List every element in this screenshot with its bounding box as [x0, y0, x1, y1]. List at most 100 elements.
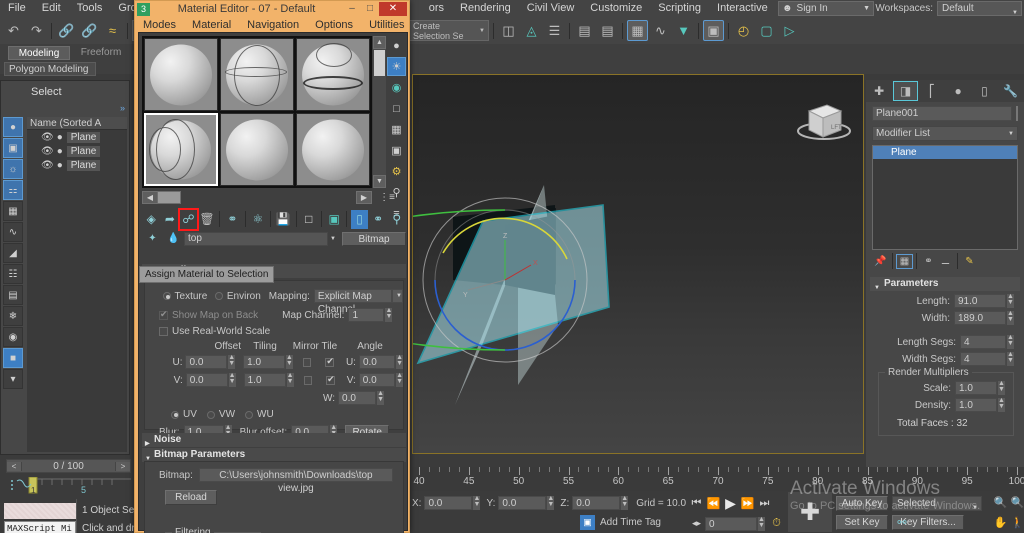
menu-item-civil-view[interactable]: Civil View — [519, 0, 582, 17]
menu-item-tools[interactable]: Tools — [69, 0, 111, 17]
put-to-library-icon[interactable]: 💾 — [275, 210, 292, 229]
me-menu-modes[interactable]: Modes — [143, 19, 176, 31]
create-selection-set-combo[interactable]: Create Selection Se ▼ — [409, 20, 489, 41]
angle-u-spinner[interactable] — [395, 355, 403, 369]
zoom-all-icon[interactable]: 🔍 — [1009, 494, 1024, 511]
filter-space-warps-icon[interactable]: ∿ — [3, 222, 23, 242]
object-name-field[interactable] — [872, 106, 1012, 121]
map-channel-field[interactable]: 1 — [348, 308, 384, 322]
redo-icon[interactable]: ↷ — [26, 20, 47, 41]
x-spinner[interactable] — [472, 496, 480, 510]
mini-time-ruler[interactable]: 1 5 — [6, 477, 131, 499]
uv-radio[interactable] — [171, 411, 179, 419]
chevron-down-icon[interactable]: ▼ — [328, 236, 338, 242]
minimize-icon[interactable]: – — [343, 2, 361, 16]
go-forward-to-sibling-icon[interactable]: ⚲ — [388, 210, 405, 229]
make-unique-icon[interactable]: ⚭ — [920, 254, 937, 269]
sample-slot-1[interactable] — [144, 38, 218, 111]
make-preview-icon[interactable]: ▣ — [387, 141, 406, 160]
reset-map-icon[interactable]: 🗑 — [199, 210, 216, 229]
scene-explorer-expander[interactable]: » — [120, 103, 125, 113]
render-frame-window-icon[interactable]: ◴ — [733, 20, 754, 41]
filter-xrefs-icon[interactable]: ▤ — [3, 285, 23, 305]
me-menu-navigation[interactable]: Navigation — [247, 19, 299, 31]
zoom-icon[interactable]: 🔍 — [992, 494, 1009, 511]
mirror-u-checkbox[interactable] — [303, 358, 312, 367]
previous-frame-icon[interactable]: ⏪ — [705, 495, 722, 512]
get-material-icon[interactable]: ◈ — [143, 210, 160, 229]
modifier-stack-item[interactable]: Plane — [873, 146, 1017, 159]
tiling-u-field[interactable]: 1.0 — [243, 355, 285, 369]
layer-manager-icon[interactable]: ▤ — [597, 20, 618, 41]
filter-helpers-icon[interactable]: ▦ — [3, 201, 23, 221]
list-item[interactable]: 👁 ● Plane — [27, 158, 127, 172]
scene-explorer-list[interactable]: Name (Sorted A 👁 ● Plane 👁 ● Plane 👁 ● P… — [27, 117, 127, 452]
tile-u-checkbox[interactable] — [325, 358, 334, 367]
bind-to-space-warp-icon[interactable]: ≈ — [102, 20, 123, 41]
vw-radio[interactable] — [207, 411, 215, 419]
sample-type-sphere-icon[interactable]: ● — [387, 36, 406, 55]
current-frame-field[interactable]: 0 — [705, 517, 757, 531]
filter-hidden-icon[interactable]: ◉ — [3, 327, 23, 347]
me-menu-utilities[interactable]: Utilities — [369, 19, 404, 31]
tab-create[interactable]: ✚ — [867, 81, 891, 101]
width-spinner[interactable] — [1006, 311, 1014, 325]
mirror-v-checkbox[interactable] — [304, 376, 313, 385]
width-segs-spinner[interactable] — [1006, 352, 1014, 366]
maxscript-mini-listener[interactable]: MAXScript Mi — [4, 521, 76, 533]
sample-slot-4[interactable] — [144, 113, 218, 186]
wu-radio[interactable] — [245, 411, 253, 419]
length-segs-field[interactable]: 4 — [960, 335, 1006, 349]
show-end-result-icon[interactable]: ▯ — [351, 210, 368, 229]
angle-u-field[interactable]: 0.0 — [359, 355, 395, 369]
use-real-world-scale-checkbox[interactable] — [159, 327, 168, 336]
angle-w-spinner[interactable] — [376, 391, 384, 405]
eyedropper-icon[interactable]: 💧 — [164, 229, 183, 248]
scroll-down-icon[interactable]: ▼ — [373, 175, 386, 188]
show-end-result-icon[interactable]: ▦ — [896, 254, 913, 269]
bitmap-path-field[interactable]: C:\Users\johnsmith\Downloads\top view.jp… — [199, 468, 393, 482]
filter-frozen-icon[interactable]: ❄ — [3, 306, 23, 326]
sample-slots[interactable] — [142, 36, 372, 188]
length-spinner[interactable] — [1006, 294, 1014, 308]
object-color-swatch[interactable] — [1016, 106, 1018, 121]
time-tag-icon[interactable]: ▣ — [580, 515, 595, 530]
workspaces-select[interactable]: Default ▼ — [937, 1, 1022, 16]
me-menu-material[interactable]: Material — [192, 19, 231, 31]
texture-radio[interactable] — [163, 292, 171, 300]
layer-explorer-icon[interactable]: ☰ — [544, 20, 565, 41]
angle-w-field[interactable]: 0.0 — [338, 391, 376, 405]
chevron-down-icon[interactable]: ▼ — [392, 289, 403, 303]
backlight-icon[interactable]: ☀ — [387, 57, 406, 76]
density-spinner[interactable] — [997, 398, 1005, 412]
ribbon-panel-polygon-modeling[interactable]: Polygon Modeling — [4, 62, 96, 76]
scrollbar-thumb[interactable] — [374, 50, 385, 76]
sample-slot-scrollbar[interactable]: ▲ ▼ — [373, 36, 386, 188]
render-iterative-icon[interactable]: ▷ — [779, 20, 800, 41]
scroll-left-icon[interactable]: ◀ — [142, 191, 158, 204]
tab-display[interactable]: ▯ — [972, 81, 996, 101]
select-and-link-icon[interactable]: 🔗 — [56, 20, 77, 41]
video-color-check-icon[interactable]: ▦ — [387, 120, 406, 139]
menu-item-edit[interactable]: Edit — [34, 0, 69, 17]
material-effects-channel-icon[interactable]: □ — [300, 210, 317, 229]
sample-uv-tiling-icon[interactable]: □ — [387, 99, 406, 118]
offset-v-field[interactable]: 0.0 — [186, 373, 228, 387]
set-key-mode-icon[interactable]: ⚯ — [891, 515, 913, 530]
pan-view-icon[interactable]: ✋ — [992, 514, 1009, 531]
menu-item-file[interactable]: File — [0, 0, 34, 17]
environ-radio[interactable] — [215, 292, 223, 300]
material-editor-window[interactable]: 3 Material Editor - 07 - Default – □ ✕ M… — [134, 0, 410, 533]
menu-item-customize[interactable]: Customize — [582, 0, 650, 17]
menu-item-interactive[interactable]: Interactive — [709, 0, 776, 17]
sample-slot-3[interactable] — [296, 38, 370, 111]
filter-lights-icon[interactable]: ☼ — [3, 159, 23, 179]
filter-groups-icon[interactable]: ☷ — [3, 264, 23, 284]
sample-slot-6[interactable] — [296, 113, 370, 186]
density-field[interactable]: 1.0 — [955, 398, 997, 412]
frame-next-icon[interactable]: > — [115, 462, 130, 471]
tab-motion[interactable]: ● — [946, 81, 970, 101]
curve-editor-icon[interactable]: ▦ — [627, 20, 648, 41]
go-to-end-icon[interactable]: ⏭ — [756, 495, 773, 512]
offset-u-spinner[interactable] — [227, 355, 235, 369]
